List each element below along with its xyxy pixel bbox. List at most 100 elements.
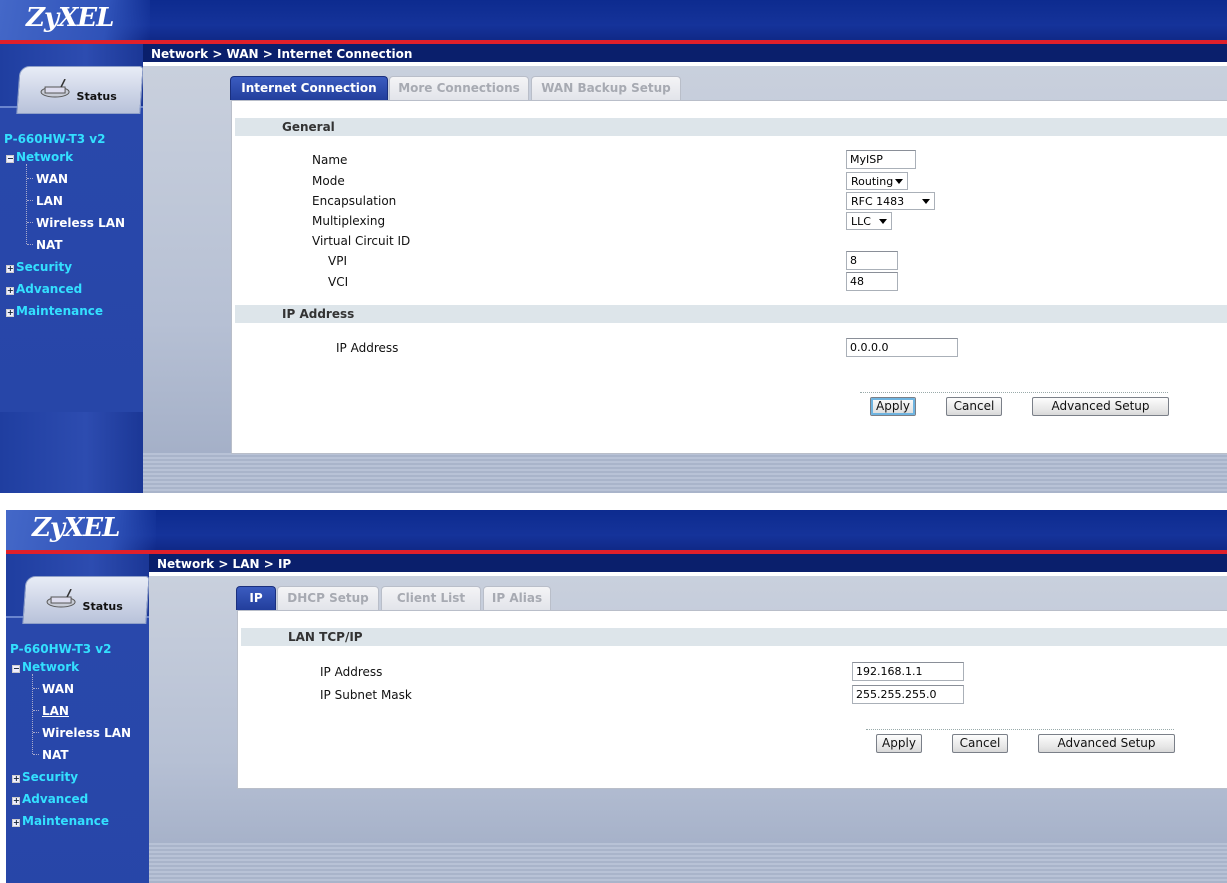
cancel-button[interactable]: Cancel bbox=[946, 397, 1002, 416]
brand-text: ZyXEL bbox=[32, 513, 120, 543]
status-label: Status bbox=[82, 600, 123, 613]
tree-tick bbox=[27, 178, 33, 179]
name-label: Name bbox=[312, 153, 348, 167]
router-icon bbox=[40, 79, 70, 98]
tab-more-connections[interactable]: More Connections bbox=[389, 76, 529, 100]
tree-tick bbox=[33, 688, 39, 689]
background-stripes bbox=[143, 453, 1227, 493]
tree-tick bbox=[27, 244, 33, 245]
model-name: P-660HW-T3 v2 bbox=[4, 132, 106, 146]
tab-internet-connection[interactable]: Internet Connection bbox=[230, 76, 388, 100]
background-stripes bbox=[149, 843, 1227, 883]
collapse-icon: − bbox=[6, 154, 14, 163]
sidebar-item-lan[interactable]: LAN bbox=[36, 194, 63, 208]
sidebar-item-security[interactable]: + Security bbox=[6, 260, 72, 274]
encapsulation-label: Encapsulation bbox=[312, 194, 397, 208]
sidebar-item-advanced[interactable]: + Advanced bbox=[6, 282, 82, 296]
divider bbox=[866, 729, 1174, 730]
vpi-label: VPI bbox=[328, 254, 347, 268]
name-input[interactable]: MyISP bbox=[846, 150, 916, 169]
nav-pane bbox=[6, 616, 149, 883]
ip-address-label: IP Address bbox=[336, 341, 399, 355]
breadcrumb-text: Network > LAN > IP bbox=[157, 557, 292, 571]
advanced-setup-button[interactable]: Advanced Setup bbox=[1038, 734, 1175, 753]
sidebar-item-wan[interactable]: WAN bbox=[36, 172, 68, 186]
apply-button[interactable]: Apply bbox=[876, 734, 922, 753]
content-area: Internet Connection More Connections WAN… bbox=[143, 66, 1227, 493]
expand-icon: + bbox=[12, 774, 20, 783]
chevron-down-icon bbox=[879, 219, 887, 224]
encapsulation-select[interactable]: RFC 1483 bbox=[846, 192, 935, 210]
top-banner: ZyXEL bbox=[6, 510, 1227, 552]
wan-form: General Name MyISP Mode Routing Encapsul… bbox=[231, 100, 1227, 454]
expand-icon: + bbox=[6, 286, 14, 295]
section-ip-address: IP Address bbox=[235, 305, 1227, 323]
sidebar-item-advanced[interactable]: + Advanced bbox=[12, 792, 88, 806]
tree-line bbox=[32, 674, 33, 754]
expand-icon: + bbox=[6, 264, 14, 273]
expand-icon: + bbox=[12, 818, 20, 827]
tree-tick bbox=[33, 710, 39, 711]
sidebar-item-nat[interactable]: NAT bbox=[42, 748, 69, 762]
status-tab[interactable]: Status bbox=[22, 576, 150, 624]
section-lan-tcpip: LAN TCP/IP bbox=[241, 628, 1227, 646]
breadcrumb-text: Network > WAN > Internet Connection bbox=[151, 47, 413, 61]
breadcrumb: Network > LAN > IP bbox=[149, 554, 1227, 574]
sidebar-item-maintenance[interactable]: + Maintenance bbox=[12, 814, 109, 828]
ip-address-input[interactable]: 192.168.1.1 bbox=[852, 662, 964, 681]
zyxel-logo: ZyXEL bbox=[6, 510, 156, 550]
apply-button[interactable]: Apply bbox=[870, 397, 916, 416]
sidebar: Status P-660HW-T3 v2 − Network WAN LAN Wi… bbox=[6, 554, 150, 883]
expand-icon: + bbox=[6, 308, 14, 317]
sidebar-item-network[interactable]: − Network bbox=[12, 660, 79, 674]
wan-screen: ZyXEL Network > WAN > Internet Connectio… bbox=[0, 0, 1227, 493]
vci-input[interactable]: 48 bbox=[846, 272, 898, 291]
virtual-circuit-label: Virtual Circuit ID bbox=[312, 234, 411, 248]
breadcrumb: Network > WAN > Internet Connection bbox=[143, 44, 1227, 64]
sidebar-item-nat[interactable]: NAT bbox=[36, 238, 63, 252]
collapse-icon: − bbox=[12, 664, 20, 673]
section-general: General bbox=[235, 118, 1227, 136]
vci-label: VCI bbox=[328, 275, 349, 289]
tab-ip-alias[interactable]: IP Alias bbox=[483, 586, 551, 610]
model-name: P-660HW-T3 v2 bbox=[10, 642, 112, 656]
subnet-mask-input[interactable]: 255.255.255.0 bbox=[852, 685, 964, 704]
ip-address-input[interactable]: 0.0.0.0 bbox=[846, 338, 958, 357]
top-banner: ZyXEL bbox=[0, 0, 1227, 42]
tree-tick bbox=[33, 754, 39, 755]
chevron-down-icon bbox=[895, 179, 903, 184]
status-tab[interactable]: Status bbox=[16, 66, 144, 114]
multiplexing-label: Multiplexing bbox=[312, 214, 386, 228]
advanced-setup-button[interactable]: Advanced Setup bbox=[1032, 397, 1169, 416]
divider bbox=[860, 392, 1168, 393]
ip-address-label: IP Address bbox=[320, 665, 383, 679]
tab-wan-backup-setup[interactable]: WAN Backup Setup bbox=[531, 76, 681, 100]
subnet-mask-label: IP Subnet Mask bbox=[320, 688, 412, 702]
content-area: IP DHCP Setup Client List IP Alias LAN T… bbox=[149, 576, 1227, 883]
mode-label: Mode bbox=[312, 174, 345, 188]
sidebar-item-network[interactable]: − Network bbox=[6, 150, 73, 164]
sidebar-item-lan[interactable]: LAN bbox=[42, 704, 69, 718]
status-label: Status bbox=[76, 90, 117, 103]
mode-select[interactable]: Routing bbox=[846, 172, 908, 190]
sidebar-item-wireless-lan[interactable]: Wireless LAN bbox=[42, 726, 131, 740]
sidebar-item-wan[interactable]: WAN bbox=[42, 682, 74, 696]
tree-tick bbox=[33, 732, 39, 733]
cancel-button[interactable]: Cancel bbox=[952, 734, 1008, 753]
lan-form: LAN TCP/IP IP Address 192.168.1.1 IP Sub… bbox=[237, 610, 1227, 789]
vpi-input[interactable]: 8 bbox=[846, 251, 898, 270]
sidebar-item-maintenance[interactable]: + Maintenance bbox=[6, 304, 103, 318]
tab-client-list[interactable]: Client List bbox=[381, 586, 481, 610]
sidebar: Status P-660HW-T3 v2 − Network WAN LAN Wi… bbox=[0, 44, 144, 493]
chevron-down-icon bbox=[922, 199, 930, 204]
router-icon bbox=[46, 589, 76, 608]
sidebar-item-wireless-lan[interactable]: Wireless LAN bbox=[36, 216, 125, 230]
tree-line bbox=[26, 164, 27, 244]
tab-ip[interactable]: IP bbox=[236, 586, 276, 610]
multiplexing-select[interactable]: LLC bbox=[846, 212, 892, 230]
tree-tick bbox=[27, 222, 33, 223]
zyxel-logo: ZyXEL bbox=[0, 0, 150, 40]
tab-dhcp-setup[interactable]: DHCP Setup bbox=[277, 586, 379, 610]
sidebar-item-security[interactable]: + Security bbox=[12, 770, 78, 784]
brand-text: ZyXEL bbox=[26, 3, 114, 33]
